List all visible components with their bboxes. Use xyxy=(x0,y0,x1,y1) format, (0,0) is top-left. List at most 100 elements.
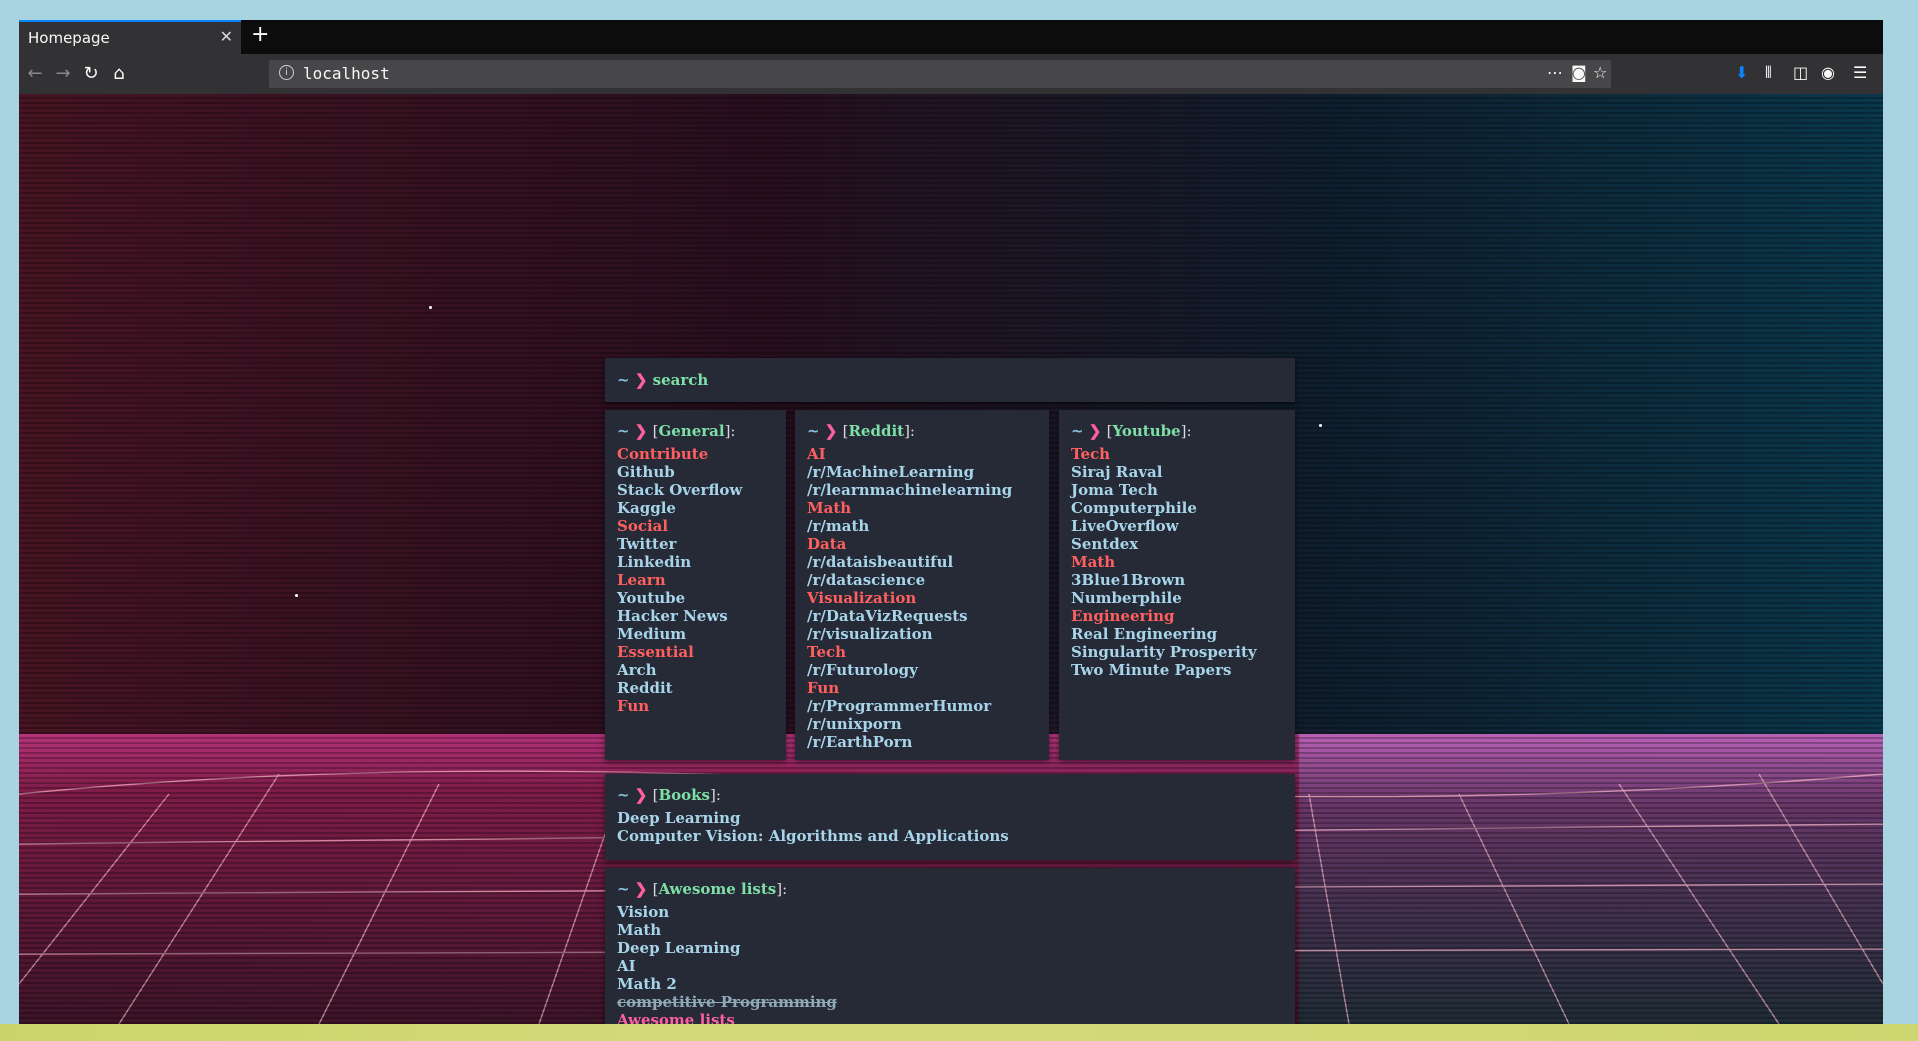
list-item: Social xyxy=(617,517,774,535)
category-label: Data xyxy=(807,535,847,553)
home-icon[interactable]: ⌂ xyxy=(107,62,131,86)
prompt-arrow-icon: ❯ xyxy=(824,422,843,440)
search-input[interactable]: search xyxy=(653,371,709,389)
download-icon[interactable]: ⬇ xyxy=(1735,63,1748,82)
link-item[interactable]: Deep Learning xyxy=(617,939,741,957)
category-label: Tech xyxy=(807,643,847,661)
link-item[interactable]: Hacker News xyxy=(617,607,728,625)
list-item: /r/MachineLearning xyxy=(807,463,1037,481)
link-item[interactable]: Joma Tech xyxy=(1071,481,1158,499)
list-item: Arch xyxy=(617,661,774,679)
link-item[interactable]: Youtube xyxy=(617,589,685,607)
list-item: Real Engineering xyxy=(1071,625,1283,643)
link-item[interactable]: Kaggle xyxy=(617,499,676,517)
list-item: Learn xyxy=(617,571,774,589)
link-item[interactable]: Math xyxy=(617,921,661,939)
list-item: Essential xyxy=(617,643,774,661)
list-item: Sentdex xyxy=(1071,535,1283,553)
arrow-left-icon[interactable]: ← xyxy=(23,62,47,86)
list-item: Math 2 xyxy=(617,975,1283,993)
books-panel: ~ ❯ [Books]: Deep Learning Computer Vision… xyxy=(605,774,1295,860)
account-icon[interactable]: ◉ xyxy=(1821,63,1835,82)
browser-window: Homepage ✕ + ← → ↻ ⌂ i localhost ⋯ ◙ ☆ ⬇… xyxy=(19,20,1883,1024)
link-item[interactable]: Vision xyxy=(617,903,669,921)
search-prompt[interactable]: ~ ❯ search xyxy=(617,371,708,389)
link-item[interactable]: /r/Futurology xyxy=(807,661,918,679)
close-tab-icon[interactable]: ✕ xyxy=(220,27,233,46)
list-item: /r/DataVizRequests xyxy=(807,607,1037,625)
list-item: Computer Vision: Algorithms and Applicat… xyxy=(617,827,1283,845)
link-item[interactable]: /r/math xyxy=(807,517,869,535)
prompt-arrow-icon: ❯ xyxy=(1088,422,1107,440)
link-item[interactable]: Real Engineering xyxy=(1071,625,1217,643)
reddit-panel: ~ ❯ [Reddit]: AI/r/MachineLearning/r/lear… xyxy=(795,410,1049,760)
link-item[interactable]: Twitter xyxy=(617,535,676,553)
link-item[interactable]: AI xyxy=(617,957,636,975)
library-icon[interactable]: ⫴ xyxy=(1765,63,1772,83)
list-item: Computerphile xyxy=(1071,499,1283,517)
reload-icon[interactable]: ↻ xyxy=(79,62,103,86)
list-item: Twitter xyxy=(617,535,774,553)
link-item[interactable]: /r/unixporn xyxy=(807,715,902,733)
link-item[interactable]: Linkedin xyxy=(617,553,691,571)
link-item[interactable]: /r/MachineLearning xyxy=(807,463,974,481)
arrow-right-icon[interactable]: → xyxy=(51,62,75,86)
list-item: Github xyxy=(617,463,774,481)
star xyxy=(1319,424,1322,427)
link-item[interactable]: /r/ProgrammerHumor xyxy=(807,697,991,715)
star-icon[interactable]: ☆ xyxy=(1593,63,1607,82)
link-item[interactable]: Stack Overflow xyxy=(617,481,742,499)
link-item[interactable]: 3Blue1Brown xyxy=(1071,571,1185,589)
list-item: /r/learnmachinelearning xyxy=(807,481,1037,499)
link-item[interactable]: Sentdex xyxy=(1071,535,1138,553)
category-label: Fun xyxy=(807,679,840,697)
link-item[interactable]: /r/datascience xyxy=(807,571,925,589)
category-label: Fun xyxy=(617,697,650,715)
section-title: Reddit xyxy=(848,422,905,440)
link-item[interactable]: /r/EarthPorn xyxy=(807,733,912,751)
star xyxy=(429,306,432,309)
category-label: Learn xyxy=(617,571,666,589)
link-item[interactable]: Singularity Prosperity xyxy=(1071,643,1257,661)
link-item[interactable]: Awesome lists xyxy=(617,1011,735,1024)
navigation-toolbar: ← → ↻ ⌂ i localhost ⋯ ◙ ☆ ⬇ ⫴ ◫ ◉ ☰ xyxy=(19,54,1883,94)
link-item[interactable]: LiveOverflow xyxy=(1071,517,1179,535)
list-item: Awesome lists xyxy=(617,1011,1283,1024)
link-item[interactable]: Computer Vision: Algorithms and Applicat… xyxy=(617,827,1009,845)
more-icon[interactable]: ⋯ xyxy=(1547,63,1563,82)
link-item[interactable]: Numberphile xyxy=(1071,589,1182,607)
search-panel[interactable]: ~ ❯ search xyxy=(605,358,1295,402)
prompt-tilde: ~ xyxy=(617,786,635,804)
list-item: Deep Learning xyxy=(617,939,1283,957)
url-bar[interactable]: i localhost ⋯ ◙ ☆ xyxy=(269,60,1611,88)
hamburger-icon[interactable]: ☰ xyxy=(1853,63,1867,82)
link-item[interactable]: /r/learnmachinelearning xyxy=(807,481,1012,499)
sidebar-icon[interactable]: ◫ xyxy=(1793,63,1808,82)
prompt-tilde: ~ xyxy=(807,422,825,440)
list-item: Youtube xyxy=(617,589,774,607)
link-item[interactable]: Arch xyxy=(617,661,657,679)
link-item[interactable]: Math 2 xyxy=(617,975,677,993)
bracket: ]: xyxy=(776,880,788,898)
link-item[interactable]: Deep Learning xyxy=(617,809,741,827)
pocket-icon[interactable]: ◙ xyxy=(1571,63,1587,82)
link-item[interactable]: Two Minute Papers xyxy=(1071,661,1231,679)
link-item[interactable]: competitive Programming xyxy=(617,993,837,1011)
list-item: Singularity Prosperity xyxy=(1071,643,1283,661)
section-heading: ~ ❯ [General]: xyxy=(617,422,774,440)
info-icon[interactable]: i xyxy=(279,65,294,80)
link-item[interactable]: Computerphile xyxy=(1071,499,1197,517)
list-item: LiveOverflow xyxy=(1071,517,1283,535)
link-item[interactable]: Github xyxy=(617,463,675,481)
tab-homepage[interactable]: Homepage ✕ xyxy=(19,20,241,54)
link-item[interactable]: Siraj Raval xyxy=(1071,463,1162,481)
new-tab-button[interactable]: + xyxy=(251,22,269,47)
url-text[interactable]: localhost xyxy=(303,64,390,83)
list-item: AI xyxy=(807,445,1037,463)
link-item[interactable]: /r/DataVizRequests xyxy=(807,607,968,625)
link-item[interactable]: /r/dataisbeautiful xyxy=(807,553,953,571)
link-item[interactable]: /r/visualization xyxy=(807,625,933,643)
link-item[interactable]: Medium xyxy=(617,625,686,643)
link-item[interactable]: Reddit xyxy=(617,679,673,697)
list-item: 3Blue1Brown xyxy=(1071,571,1283,589)
